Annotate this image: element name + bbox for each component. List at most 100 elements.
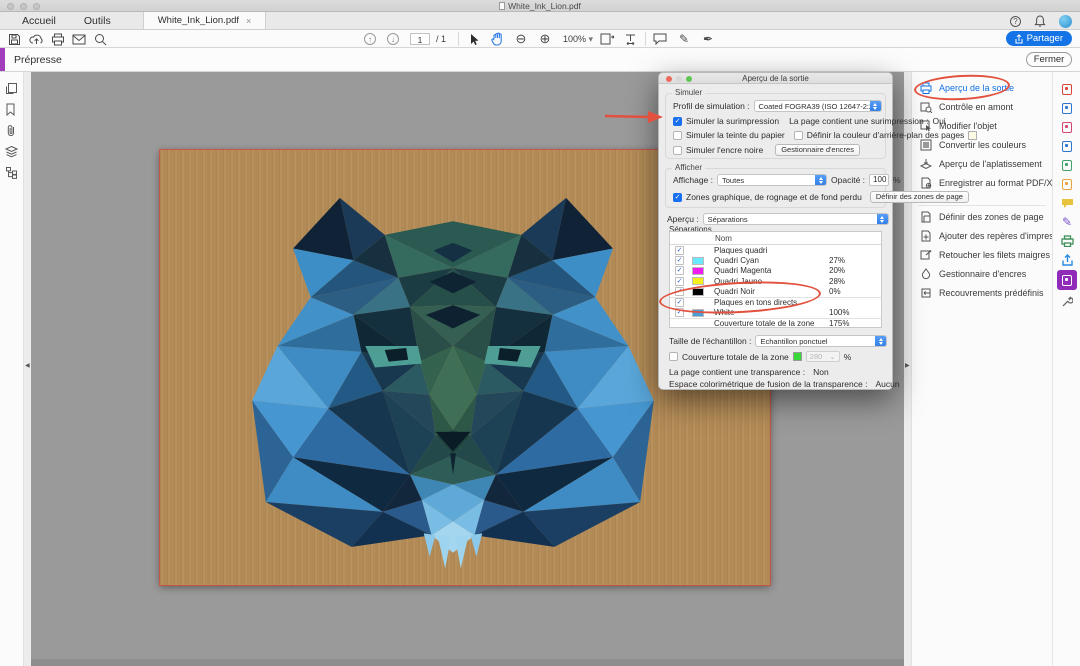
zoom-in-icon[interactable]: ⊕	[537, 31, 553, 47]
navigation-pane	[0, 72, 24, 666]
dialog-close-icon[interactable]	[666, 76, 672, 82]
previous-page-icon[interactable]: ↑	[362, 31, 378, 47]
tool-save-pdfx[interactable]: Enregistrer au format PDF/X	[920, 177, 1053, 189]
separation-row-magenta[interactable]: ✓ Quadri Magenta 20%	[670, 266, 881, 276]
fill-sign-pen-icon[interactable]: ✒	[700, 31, 716, 47]
page-number-input[interactable]: 1	[410, 33, 430, 45]
fit-width-icon[interactable]	[622, 31, 638, 47]
tags-structure-icon[interactable]	[5, 166, 19, 180]
dialog-titlebar[interactable]: Aperçu de la sortie	[659, 73, 892, 84]
left-pane-splitter[interactable]: ◀	[24, 72, 31, 666]
tool-trap-presets[interactable]: Recouvrements prédéfinis	[920, 287, 1044, 299]
print-icon[interactable]	[50, 31, 66, 47]
overprint-status-label: La page contient une surimpression :	[789, 116, 928, 126]
hand-tool-icon[interactable]	[489, 31, 505, 47]
share-button[interactable]: Partager	[1006, 31, 1072, 46]
pencil-edit-icon[interactable]: ✎	[676, 31, 692, 47]
right-pane-splitter[interactable]: ▶	[904, 72, 911, 666]
preview-mode-select[interactable]: Séparations	[703, 213, 889, 225]
display-mode-select[interactable]: Toutes	[717, 174, 827, 186]
export-pages-icon[interactable]	[1060, 177, 1074, 191]
total-coverage-checkbox[interactable]	[669, 352, 678, 361]
blend-space-label: Espace colorimétrique de fusion de la tr…	[669, 379, 867, 389]
zoom-window-icon[interactable]	[33, 3, 40, 10]
yellow-swatch	[692, 277, 704, 285]
account-avatar[interactable]	[1059, 15, 1072, 28]
cloud-upload-icon[interactable]	[28, 31, 44, 47]
window-controls[interactable]	[7, 3, 40, 10]
sample-size-label: Taille de l'échantillon :	[669, 336, 751, 346]
save-icon[interactable]	[6, 31, 22, 47]
simulate-paper-checkbox[interactable]	[673, 131, 682, 140]
ink-manager-button[interactable]: Gestionnaire d'encres	[775, 144, 860, 156]
search-icon[interactable]	[92, 31, 108, 47]
edit-pdf-icon[interactable]	[1060, 139, 1074, 153]
tool-ink-manager[interactable]: Gestionnaire d'encres	[920, 268, 1026, 280]
coverage-color-swatch[interactable]	[793, 352, 802, 361]
print-production-icon[interactable]	[1060, 234, 1074, 248]
simulate-black-ink-checkbox[interactable]	[673, 146, 682, 155]
select-tool-icon[interactable]	[466, 31, 482, 47]
separation-row-total-coverage: Couverture totale de la zone 175%	[670, 318, 881, 328]
tab-document[interactable]: White_Ink_Lion.pdf ×	[143, 12, 267, 29]
export-pdf-icon[interactable]	[1060, 101, 1074, 115]
help-icon[interactable]: ?	[1010, 16, 1021, 27]
close-prepress-button[interactable]: Fermer	[1026, 52, 1072, 67]
plate-checkbox[interactable]: ✓	[675, 246, 684, 255]
email-icon[interactable]	[71, 31, 87, 47]
simulate-overprint-checkbox[interactable]: ✓	[673, 117, 682, 126]
zoom-out-icon[interactable]: ⊖	[513, 31, 529, 47]
tab-tools[interactable]: Outils	[70, 12, 125, 29]
document-toolbar: ↑ ↓ 1 / 1 ⊖ ⊕ 100% ▾ ✎ ✒ Partager	[0, 30, 1080, 48]
collapse-right-icon[interactable]: ▶	[905, 362, 910, 369]
page-zones-checkbox[interactable]: ✓	[673, 193, 682, 202]
page-background-checkbox[interactable]	[794, 131, 803, 140]
send-share-icon[interactable]	[1060, 253, 1074, 267]
comment-icon[interactable]	[652, 31, 668, 47]
create-pdf-icon[interactable]	[1060, 82, 1074, 96]
separation-row-cyan[interactable]: ✓ Quadri Cyan 27%	[670, 255, 881, 265]
collapse-left-icon[interactable]: ◀	[25, 362, 30, 369]
plate-checkbox[interactable]: ✓	[675, 256, 684, 265]
plate-checkbox[interactable]: ✓	[675, 266, 684, 275]
separations-table[interactable]: Nom ✓ Plaques quadri ✓ Quadri Cyan 27% ✓…	[669, 231, 882, 328]
comment-tool-icon[interactable]	[1060, 196, 1074, 210]
close-window-icon[interactable]	[7, 3, 14, 10]
plate-checkbox[interactable]: ✓	[675, 277, 684, 286]
zoom-level-select[interactable]: 100% ▾	[563, 34, 593, 45]
organize-pages-icon[interactable]	[1060, 120, 1074, 134]
tool-convert-colors[interactable]: Convertir les couleurs	[920, 139, 1026, 151]
page-count-label: / 1	[436, 34, 446, 44]
separation-row-process-plates[interactable]: ✓ Plaques quadri	[670, 245, 881, 255]
background-color-swatch[interactable]	[968, 131, 977, 140]
notifications-bell-icon[interactable]	[1034, 15, 1046, 28]
current-tool-icon[interactable]	[1057, 270, 1077, 290]
opacity-input[interactable]: 100	[869, 174, 889, 186]
layers-icon[interactable]	[5, 145, 19, 159]
set-page-boxes-button[interactable]: Définir des zones de page	[870, 191, 969, 203]
sample-size-select[interactable]: Echantillon ponctuel	[755, 335, 887, 347]
tool-flattener-preview[interactable]: Aperçu de l'aplatissement	[920, 158, 1042, 170]
tool-set-page-boxes[interactable]: Définir des zones de page	[920, 211, 1044, 223]
close-tab-icon[interactable]: ×	[246, 16, 251, 26]
page-display-icon[interactable]	[600, 31, 616, 47]
tools-strip: ✎	[1052, 72, 1080, 666]
next-page-icon[interactable]: ↓	[385, 31, 401, 47]
attachments-icon[interactable]	[5, 124, 19, 138]
page-thumbnails-icon[interactable]	[5, 82, 19, 96]
opacity-label: Opacité :	[831, 175, 865, 185]
dialog-window-controls[interactable]	[666, 76, 692, 82]
tool-settings-icon[interactable]	[1060, 295, 1074, 309]
simulation-profile-select[interactable]: Coated FOGRA39 (ISO 12647-2:2004)	[754, 100, 882, 112]
fix-hairlines-icon	[920, 249, 932, 261]
minimize-window-icon[interactable]	[20, 3, 27, 10]
fill-sign-icon[interactable]: ✎	[1060, 215, 1074, 229]
dialog-zoom-icon[interactable]	[686, 76, 692, 82]
output-preview-dialog[interactable]: Aperçu de la sortie Simuler Profil de si…	[658, 72, 893, 390]
tab-home[interactable]: Accueil	[8, 12, 70, 29]
bookmarks-icon[interactable]	[5, 103, 19, 117]
combine-files-icon[interactable]	[1060, 158, 1074, 172]
tool-preflight[interactable]: Contrôle en amont	[920, 101, 1013, 113]
tool-add-printer-marks[interactable]: Ajouter des repères d'impression	[920, 230, 1070, 242]
tool-fix-hairlines[interactable]: Retoucher les filets maigres	[920, 249, 1050, 261]
